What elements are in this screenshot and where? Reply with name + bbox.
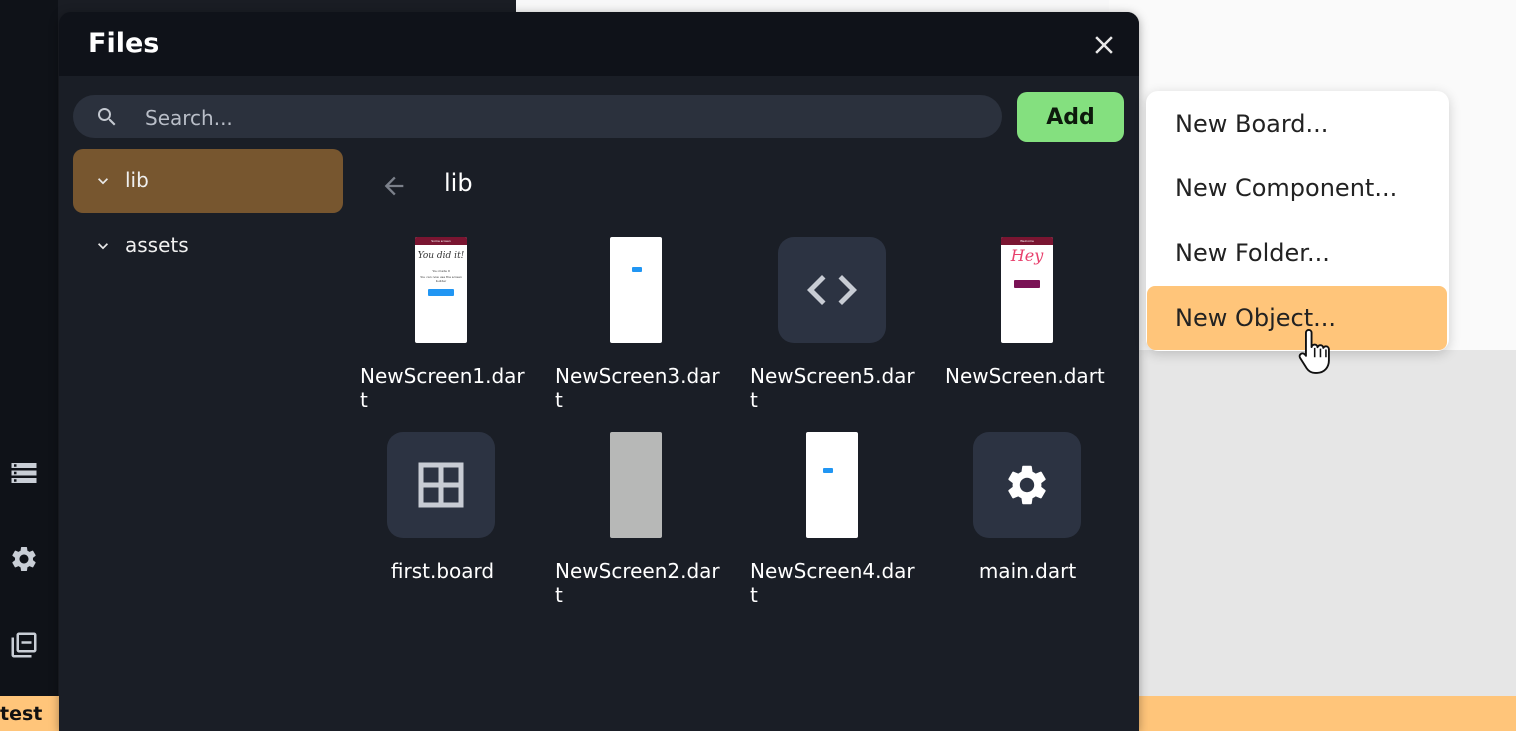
preview-script: You did it! [417,251,465,261]
file-tile[interactable]: main.dart [945,432,1115,622]
file-tile[interactable]: NewScreen2.dart [555,432,725,622]
file-name: first.board [390,559,495,583]
file-thumbnail: Some screen You did it! You made it You … [360,237,530,343]
search-input[interactable] [143,95,987,140]
folder-title: lib [444,169,473,197]
screen-preview [610,432,662,538]
search-icon [98,108,116,126]
preview-script: Hey [1010,246,1044,265]
gear-icon[interactable] [9,544,39,574]
screen-preview [806,432,858,538]
preview-button [1014,280,1040,288]
add-menu: New Board... New Component... New Folder… [1146,91,1449,351]
file-name: NewScreen3.dart [555,364,720,412]
tree-item-lib[interactable]: lib [73,149,343,213]
file-name: main.dart [978,559,1077,583]
menu-item-new-folder[interactable]: New Folder... [1147,221,1447,285]
file-tile[interactable]: NewScreen5.dart [750,237,920,427]
arrow-left-icon[interactable] [380,172,408,200]
tree-item-assets[interactable]: assets [73,214,343,278]
gear-icon [1008,465,1046,505]
board-icon-tile [387,432,495,538]
add-button[interactable]: Add [1017,92,1124,142]
file-tile[interactable]: Some screen You did it! You made it You … [360,237,530,427]
screen-preview: Welcome Hey [1001,237,1053,343]
status-bar-label: test [0,703,43,725]
preview-text: You can now use the screen builder [420,275,462,283]
menu-item-new-component[interactable]: New Component... [1147,156,1447,220]
file-name: NewScreen1.dart [360,364,525,412]
tree-item-label: assets [125,233,189,257]
chevron-down-icon [98,178,108,185]
main-icon-tile [973,432,1081,538]
preview-header: Welcome [1001,237,1053,245]
preview-button [823,468,833,473]
search-box[interactable] [73,95,1002,140]
code-icon-tile [778,237,886,343]
preview-button [428,289,454,296]
file-name: NewScreen.dart [945,364,1105,388]
left-rail [0,0,58,731]
file-name: NewScreen4.dart [750,559,915,607]
file-thumbnail [555,237,725,343]
storage-icon[interactable] [9,458,39,488]
file-name: NewScreen2.dart [555,559,720,607]
dialog-header: Files [59,12,1139,76]
file-name: NewScreen5.dart [750,364,915,412]
file-tile[interactable]: first.board [360,432,530,622]
file-tile[interactable]: Welcome Hey NewScreen.dart [945,237,1115,427]
chevron-down-icon [98,243,108,250]
menu-item-new-board[interactable]: New Board... [1147,92,1447,156]
files-dialog: Files Add lib assets lib Some screen Yo [59,12,1139,731]
preview-text: You made it [432,269,450,273]
board-grid-icon [418,462,464,508]
tree-item-label: lib [125,168,149,192]
close-icon[interactable] [1089,30,1119,60]
preview-button [632,267,642,272]
canvas-lower-area [1139,350,1516,696]
hand-pointer-icon [1298,328,1330,374]
dialog-title: Files [88,28,160,59]
code-icon [807,275,857,305]
library-icon[interactable] [9,630,39,660]
screen-preview [610,237,662,343]
file-tile[interactable]: NewScreen3.dart [555,237,725,427]
file-thumbnail [750,432,920,538]
file-thumbnail: Welcome Hey [945,237,1115,343]
file-tile[interactable]: NewScreen4.dart [750,432,920,622]
preview-header: Some screen [415,237,467,245]
file-thumbnail [555,432,725,538]
screen-preview: Some screen You did it! You made it You … [415,237,467,343]
